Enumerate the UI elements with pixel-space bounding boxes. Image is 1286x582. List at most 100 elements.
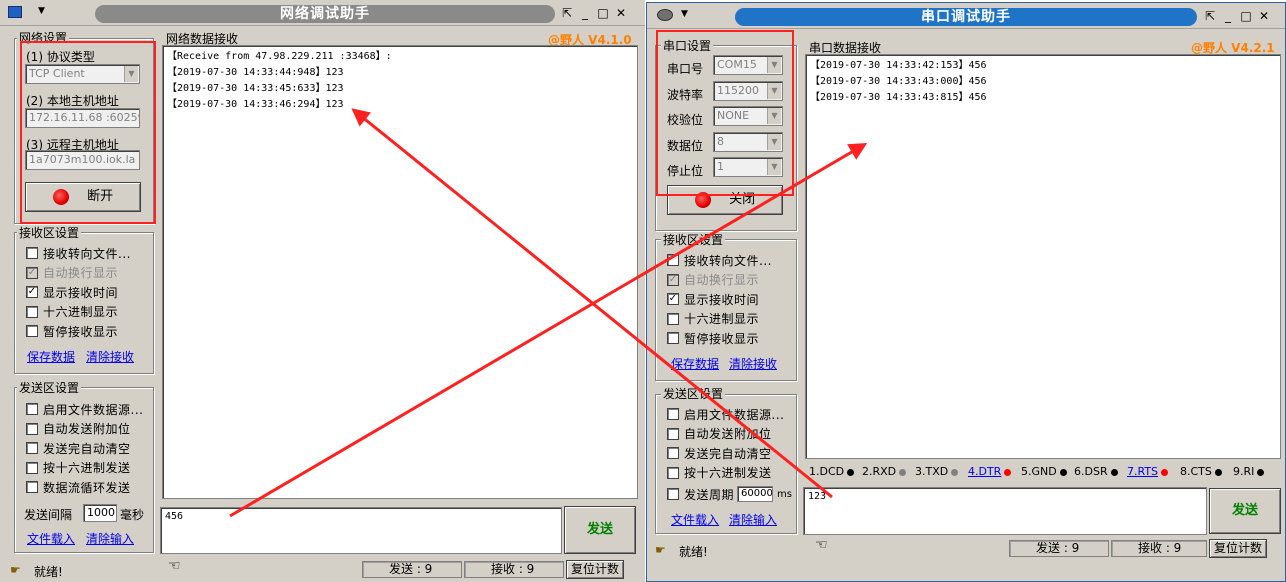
send-button[interactable]: 发送	[1209, 488, 1281, 534]
receive-option-0[interactable]: 接收转向文件...	[26, 244, 131, 262]
checkbox[interactable]	[667, 332, 679, 344]
receive-textarea[interactable]: 【2019-07-30 14:33:42:153】456 【2019-07-30 …	[805, 54, 1281, 459]
receive-option-1: ✓ 自动换行显示	[667, 271, 759, 289]
checkbox[interactable]	[26, 247, 38, 259]
checkbox[interactable]	[667, 254, 679, 266]
file-load-link[interactable]: 文件载入	[27, 530, 75, 547]
checkbox[interactable]: ✓	[26, 286, 38, 298]
maximize-button[interactable]: □	[596, 5, 610, 21]
signal-label: 3.TXD	[915, 465, 949, 478]
sent-count: 发送 : 9	[362, 561, 462, 578]
send-options: 启用文件数据源... 自动发送附加位 发送完自动清空按十六进制发送	[657, 405, 795, 485]
signal-led-icon	[1214, 468, 1222, 476]
reset-count-button[interactable]: 复位计数	[1209, 539, 1267, 558]
signal-led-icon	[1161, 468, 1169, 476]
send-textarea[interactable]: 123	[803, 487, 1207, 535]
send-option-3[interactable]: 按十六进制发送	[667, 464, 772, 482]
send-button-label: 发送	[1231, 503, 1258, 518]
clear-input-link[interactable]: 清除输入	[86, 530, 134, 547]
send-option-2[interactable]: 发送完自动清空	[667, 444, 772, 462]
pin-icon[interactable]: ⇱	[1203, 8, 1217, 24]
send-option-1[interactable]: 自动发送附加位	[667, 425, 772, 443]
system-menu-arrow-icon[interactable]: ▼	[38, 6, 45, 16]
option-label: 自动换行显示	[43, 266, 119, 280]
signal-led-icon	[899, 468, 907, 476]
signal-led-icon	[1059, 468, 1067, 476]
pin-icon[interactable]: ⇱	[560, 5, 574, 21]
checkbox[interactable]	[26, 325, 38, 337]
title-bar[interactable]: ▼ 串口调试助手 ⇱ _ □ ✕	[647, 3, 1285, 29]
app-icon[interactable]	[8, 6, 22, 18]
signal-8-cts: 8.CTS	[1180, 465, 1222, 478]
app-icon[interactable]	[657, 9, 673, 21]
checkbox[interactable]	[667, 447, 679, 459]
minimize-button[interactable]: _	[1221, 8, 1235, 24]
option-label: 启用文件数据源...	[684, 407, 785, 422]
save-data-link[interactable]: 保存数据	[671, 355, 719, 372]
receive-option-3[interactable]: 十六进制显示	[667, 310, 759, 328]
send-interval-input[interactable]: 1000	[83, 504, 117, 522]
option-label: 按十六进制发送	[684, 466, 772, 480]
checkbox[interactable]	[26, 403, 38, 415]
close-button[interactable]: ✕	[614, 5, 628, 21]
serial-settings-highlight	[656, 30, 794, 196]
signal-led-icon	[1004, 468, 1012, 476]
file-load-link[interactable]: 文件载入	[671, 511, 719, 528]
receive-option-2[interactable]: ✓ 显示接收时间	[26, 283, 118, 301]
signal-led-icon	[1257, 468, 1265, 476]
signal-9-ri: 9.RI	[1233, 465, 1265, 478]
checkbox[interactable]	[26, 481, 38, 493]
checkbox[interactable]	[26, 305, 38, 318]
clear-receive-link[interactable]: 清除接收	[729, 355, 777, 372]
signal-4-dtr[interactable]: 4.DTR	[968, 465, 1012, 478]
send-button[interactable]: 发送	[564, 506, 636, 554]
save-data-link[interactable]: 保存数据	[27, 348, 75, 365]
send-textarea[interactable]: 456	[160, 507, 562, 554]
checkbox[interactable]	[26, 422, 38, 435]
receive-line: 【Receive from 47.98.229.211 :33468】:	[167, 51, 392, 62]
checkbox[interactable]	[667, 427, 679, 440]
close-button[interactable]: ✕	[1257, 8, 1271, 24]
send-period-checkbox[interactable]	[667, 488, 679, 500]
receive-settings-label: 接收区设置	[17, 226, 82, 240]
checkbox[interactable]	[667, 466, 679, 479]
receive-option-3[interactable]: 十六进制显示	[26, 303, 118, 321]
send-option-0[interactable]: 启用文件数据源...	[667, 405, 784, 423]
system-menu-arrow-icon[interactable]: ▼	[681, 9, 688, 19]
receive-option-2[interactable]: ✓ 显示接收时间	[667, 290, 759, 308]
send-period-input[interactable]: 60000	[737, 486, 774, 502]
network-settings-highlight	[20, 41, 156, 224]
receive-option-4[interactable]: 暂停接收显示	[26, 322, 118, 340]
option-label: 启用文件数据源...	[43, 402, 144, 417]
send-option-4[interactable]: 数据流循环发送	[26, 478, 131, 496]
send-settings-label: 发送区设置	[17, 381, 82, 395]
maximize-button[interactable]: □	[1239, 8, 1253, 24]
checkbox[interactable]	[667, 408, 679, 420]
checkbox[interactable]	[26, 461, 38, 474]
signal-7-rts[interactable]: 7.RTS	[1127, 465, 1169, 478]
option-label: 暂停接收显示	[684, 331, 760, 346]
clear-receive-link[interactable]: 清除接收	[86, 348, 134, 365]
window-title: 串口调试助手	[735, 8, 1197, 26]
option-label: 自动发送附加位	[43, 422, 131, 436]
checkbox[interactable]	[667, 312, 679, 325]
sent-count: 发送 : 9	[1009, 540, 1109, 557]
hand-pointer-icon: ☜	[168, 558, 181, 574]
send-option-0[interactable]: 启用文件数据源...	[26, 400, 143, 418]
minimize-button[interactable]: _	[578, 5, 592, 21]
checkbox[interactable]	[26, 442, 38, 454]
receive-option-4[interactable]: 暂停接收显示	[667, 329, 759, 347]
option-label: 数据流循环发送	[43, 480, 131, 495]
send-option-2[interactable]: 发送完自动清空	[26, 439, 131, 457]
receive-option-0[interactable]: 接收转向文件...	[667, 251, 772, 269]
send-option-3[interactable]: 按十六进制发送	[26, 459, 131, 477]
signal-1-dcd: 1.DCD	[809, 465, 855, 478]
checkbox[interactable]: ✓	[667, 293, 679, 305]
window-title: 网络调试助手	[95, 5, 555, 23]
receive-textarea[interactable]: 【Receive from 47.98.229.211 :33468】: 【201…	[162, 45, 638, 499]
send-option-1[interactable]: 自动发送附加位	[26, 420, 131, 438]
title-bar[interactable]: ▼ 网络调试助手 ⇱ _ □ ✕	[0, 0, 645, 26]
clear-input-link[interactable]: 清除输入	[729, 511, 777, 528]
receive-line: 【2019-07-30 14:33:43:000】456	[810, 76, 987, 87]
reset-count-button[interactable]: 复位计数	[566, 560, 624, 579]
